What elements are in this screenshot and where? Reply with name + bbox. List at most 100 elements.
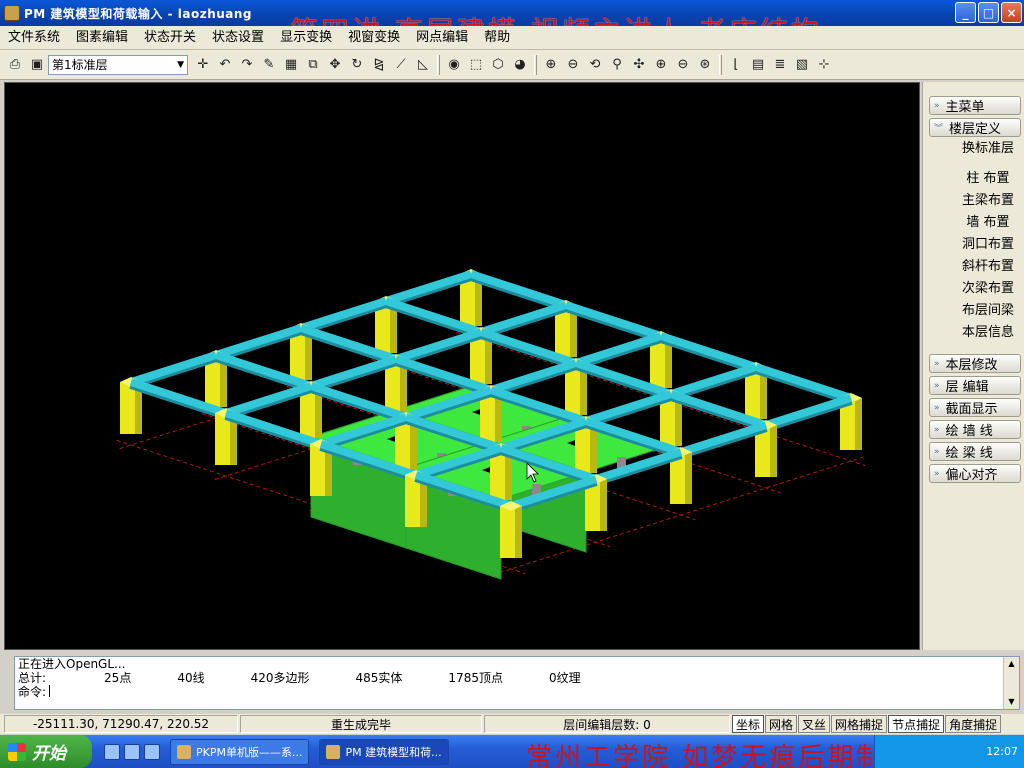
zoom-realtime-icon[interactable]: ⚲	[606, 54, 628, 76]
layer-edit-button[interactable]: » 层 编辑	[929, 376, 1021, 395]
beam	[479, 301, 568, 336]
eye-icon[interactable]: ◕	[509, 54, 531, 76]
print-icon[interactable]: ⎙	[4, 54, 26, 76]
menu-bar: 文件系统 图素编辑 状态开关 状态设置 显示变换 视窗变换 网点编辑 帮助	[0, 26, 1024, 50]
grid-icon[interactable]: ▦	[280, 54, 302, 76]
desktop-icon[interactable]	[104, 743, 120, 760]
pan-icon[interactable]: ✣	[628, 54, 650, 76]
eccentric-align-button[interactable]: » 偏心对齐	[929, 464, 1021, 483]
section-display-label: 截面显示	[945, 402, 998, 417]
menu-state-switch[interactable]: 状态开关	[136, 26, 204, 50]
beam	[129, 351, 218, 386]
submenu-main-beam-layout[interactable]: 主梁布置	[953, 191, 1023, 211]
list-icon[interactable]: ≣	[769, 54, 791, 76]
menu-element-edit[interactable]: 图素编辑	[68, 26, 136, 50]
save-icon[interactable]: ▣	[26, 54, 48, 76]
toggle-node-snap[interactable]: 节点捕捉	[888, 715, 945, 733]
floor-define-button[interactable]: ︾ 楼层定义	[929, 118, 1021, 137]
menu-file-system[interactable]: 文件系统	[0, 26, 68, 50]
console-stats: 总计: 25点 40线 420多边形 485实体 1785顶点 0纹理	[18, 671, 1019, 685]
menu-help[interactable]: 帮助	[476, 26, 518, 50]
beam	[584, 390, 673, 425]
floor-select[interactable]: 第1标准层 ▼	[48, 54, 188, 75]
start-button[interactable]: 开始	[0, 735, 92, 768]
menu-view-transform[interactable]: 视窗变换	[340, 26, 408, 50]
submenu-brace-layout[interactable]: 斜杆布置	[953, 257, 1023, 277]
toggle-crosshair[interactable]: 叉丝	[798, 715, 831, 733]
zoom-in-icon[interactable]: ⊕	[650, 54, 672, 76]
stats-label: 总计:	[18, 671, 47, 685]
submenu-wall-layout[interactable]: 墙 布置	[953, 213, 1023, 233]
zoom-previous-icon[interactable]: ⟲	[584, 54, 606, 76]
model-viewport[interactable]	[4, 82, 920, 650]
layer-edit-label: 层 编辑	[945, 380, 989, 395]
command-console: 正在进入OpenGL... 总计: 25点 40线 420多边形 485实体 1…	[14, 656, 1020, 710]
section-display-button[interactable]: » 截面显示	[929, 398, 1021, 417]
toggle-angle-snap[interactable]: 角度捕捉	[945, 715, 1002, 733]
submenu-floor-info[interactable]: 本层信息	[953, 323, 1023, 343]
toggle-grid[interactable]: 网格	[765, 715, 798, 733]
copy-icon[interactable]: ⧉	[302, 54, 324, 76]
double-chevron-icon: »	[934, 468, 940, 479]
zoom-window-icon[interactable]: ⊕	[540, 54, 562, 76]
close-button[interactable]: ×	[1001, 2, 1022, 23]
beam	[489, 359, 578, 394]
menu-display-transform[interactable]: 显示变换	[272, 26, 340, 50]
taskbar-item-pkpm[interactable]: PKPM单机版——系...	[170, 738, 310, 765]
browser-icon[interactable]	[144, 743, 160, 760]
triangle-icon[interactable]: ◺	[412, 54, 434, 76]
menu-state-settings[interactable]: 状态设置	[204, 26, 272, 50]
submenu-change-floor[interactable]: 换标准层	[953, 139, 1023, 159]
beam	[679, 421, 768, 456]
pin-icon[interactable]: ⊹	[813, 54, 835, 76]
status-message: 重生成完毕	[240, 715, 482, 733]
move-icon[interactable]: ✥	[324, 54, 346, 76]
render-icon[interactable]: ⬡	[487, 54, 509, 76]
maximize-button[interactable]: □	[978, 2, 999, 23]
command-line[interactable]: 命令:	[18, 685, 1019, 699]
layers-icon[interactable]: ▧	[791, 54, 813, 76]
media-icon[interactable]	[124, 743, 140, 760]
command-prompt: 命令:	[18, 685, 47, 699]
trim-icon[interactable]: ⟋	[390, 54, 412, 76]
draw-beam-line-button[interactable]: » 绘 梁 线	[929, 442, 1021, 461]
submenu-secondary-beam-layout[interactable]: 次梁布置	[953, 279, 1023, 299]
structure-3d-view	[116, 269, 866, 580]
crosshair-icon[interactable]: ✛	[192, 54, 214, 76]
scroll-up-icon[interactable]: ▲	[1008, 657, 1014, 671]
orthogonal-icon[interactable]: ⌊	[725, 54, 747, 76]
undo-icon[interactable]: ↶	[214, 54, 236, 76]
eccentric-align-label: 偏心对齐	[945, 468, 998, 483]
mirror-icon[interactable]: ⧎	[368, 54, 390, 76]
taskbar-item-pm-model[interactable]: PM 建筑模型和荷...	[319, 738, 449, 765]
zoom-all-icon[interactable]: ⊖	[562, 54, 584, 76]
main-menu-button[interactable]: » 主菜单	[929, 96, 1021, 115]
zoom-extents-icon[interactable]: ⊛	[694, 54, 716, 76]
toggle-coordinates[interactable]: 坐标	[732, 715, 765, 733]
taskbar-item-label: PKPM单机版——系...	[196, 745, 303, 759]
start-label: 开始	[32, 744, 66, 764]
pen-icon[interactable]: ✎	[258, 54, 280, 76]
minimize-button[interactable]: _	[955, 2, 976, 23]
perspective-icon[interactable]: ◉	[443, 54, 465, 76]
table-icon[interactable]: ▤	[747, 54, 769, 76]
app-icon	[4, 5, 20, 21]
scroll-down-icon[interactable]: ▼	[1008, 695, 1014, 709]
cube-icon[interactable]: ⬚	[465, 54, 487, 76]
rotate-icon[interactable]: ↻	[346, 54, 368, 76]
zoom-out-icon[interactable]: ⊖	[672, 54, 694, 76]
pkpm-app-icon	[177, 744, 191, 759]
menu-grid-edit[interactable]: 网点编辑	[408, 26, 476, 50]
redo-icon[interactable]: ↷	[236, 54, 258, 76]
floor-modify-button[interactable]: » 本层修改	[929, 354, 1021, 373]
app-window: PM 建筑模型和荷载输入 - laozhuang 第四讲 高层建模 视频主讲人 …	[0, 0, 1024, 768]
console-scrollbar[interactable]: ▲ ▼	[1003, 657, 1019, 709]
right-command-panel: » 主菜单 ︾ 楼层定义 换标准层 柱 布置 主梁布置 墙 布置 洞口布置 斜杆…	[922, 82, 1024, 650]
draw-wall-line-button[interactable]: » 绘 墙 线	[929, 420, 1021, 439]
beam	[384, 270, 473, 305]
toggle-grid-snap[interactable]: 网格捕捉	[831, 715, 888, 733]
beam	[214, 324, 303, 359]
submenu-opening-layout[interactable]: 洞口布置	[953, 235, 1023, 255]
submenu-interstory-beam[interactable]: 布层间梁	[953, 301, 1023, 321]
submenu-column-layout[interactable]: 柱 布置	[953, 169, 1023, 189]
